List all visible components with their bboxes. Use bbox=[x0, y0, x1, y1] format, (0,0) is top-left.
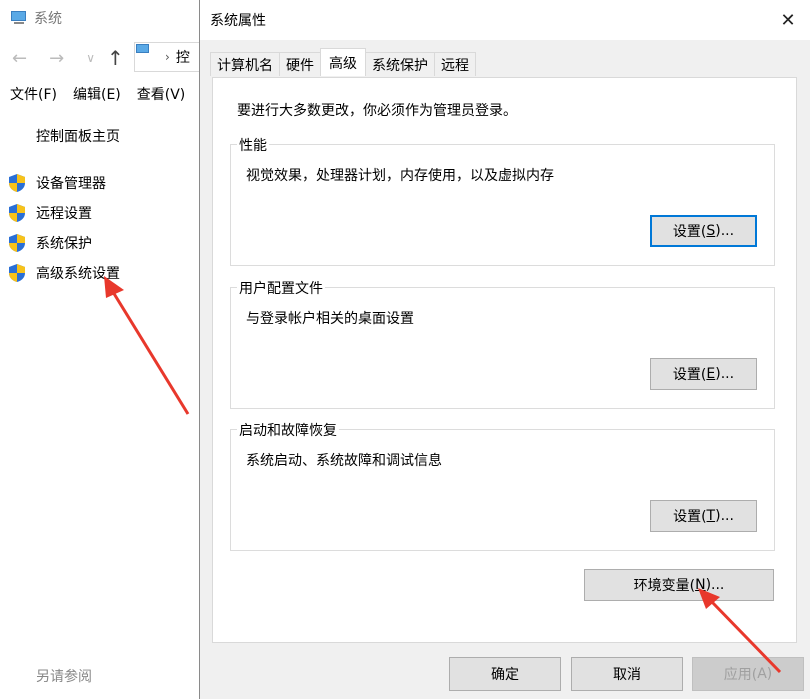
system-properties-dialog: 系统属性 ✕ 计算机名 硬件 高级 系统保护 远程 要进行大多数更改，你必须作为… bbox=[199, 0, 810, 699]
tab-remote[interactable]: 远程 bbox=[434, 52, 476, 76]
system-app-icon bbox=[10, 10, 28, 26]
close-icon[interactable]: ✕ bbox=[765, 0, 810, 40]
button-text: )... bbox=[705, 577, 725, 593]
group-description: 与登录帐户相关的桌面设置 bbox=[246, 311, 414, 327]
advanced-tab-panel: 要进行大多数更改，你必须作为管理员登录。 性能 视觉效果，处理器计划，内存使用，… bbox=[212, 77, 797, 643]
address-text: 控 bbox=[175, 50, 190, 66]
button-text: 应用( bbox=[723, 667, 758, 683]
uac-shield-icon bbox=[8, 173, 26, 193]
button-accesskey: N bbox=[695, 577, 706, 593]
button-accesskey: T bbox=[706, 508, 716, 524]
side-link-device-manager[interactable]: 设备管理器 bbox=[8, 168, 120, 198]
button-accesskey: E bbox=[706, 366, 716, 382]
ok-button[interactable]: 确定 bbox=[449, 657, 561, 691]
side-link-remote-settings[interactable]: 远程设置 bbox=[8, 198, 120, 228]
breadcrumb-chevron-icon: › bbox=[165, 50, 170, 64]
side-link-system-protection[interactable]: 系统保护 bbox=[8, 228, 120, 258]
button-accesskey: A bbox=[757, 666, 767, 682]
apply-button[interactable]: 应用(A) bbox=[692, 657, 804, 691]
side-link-label: 系统保护 bbox=[36, 236, 92, 252]
user-profiles-settings-button[interactable]: 设置(E)... bbox=[650, 358, 757, 390]
button-text: 设置( bbox=[672, 367, 707, 383]
environment-variables-button[interactable]: 环境变量(N)... bbox=[584, 569, 774, 601]
menu-bar: 文件(F) 编辑(E) 查看(V) bbox=[10, 84, 201, 104]
admin-notice: 要进行大多数更改，你必须作为管理员登录。 bbox=[237, 103, 517, 119]
group-legend: 性能 bbox=[237, 135, 269, 155]
group-legend: 用户配置文件 bbox=[237, 278, 325, 298]
up-arrow-icon[interactable]: ↑ bbox=[107, 46, 124, 70]
window-title: 系统 bbox=[10, 8, 62, 28]
performance-group: 性能 视觉效果，处理器计划，内存使用，以及虚拟内存 设置(S)... bbox=[230, 135, 775, 266]
see-also-heading: 另请参阅 bbox=[36, 669, 92, 685]
window-title-text: 系统 bbox=[34, 11, 62, 27]
group-legend: 启动和故障恢复 bbox=[237, 420, 339, 440]
side-link-label: 设备管理器 bbox=[36, 176, 106, 192]
button-text: )... bbox=[715, 508, 734, 524]
uac-shield-icon bbox=[8, 203, 26, 223]
menu-edit[interactable]: 编辑(E) bbox=[73, 84, 121, 104]
cancel-button[interactable]: 取消 bbox=[571, 657, 683, 691]
button-text: )... bbox=[715, 366, 735, 382]
nav-buttons: ← → ∨ ↑ bbox=[12, 44, 146, 72]
control-panel-home-link[interactable]: 控制面板主页 bbox=[36, 126, 120, 146]
side-link-advanced-system-settings[interactable]: 高级系统设置 bbox=[8, 258, 120, 288]
forward-arrow-icon[interactable]: → bbox=[49, 48, 64, 69]
button-text: 环境变量( bbox=[633, 578, 696, 594]
menu-view[interactable]: 查看(V) bbox=[137, 84, 186, 104]
back-arrow-icon[interactable]: ← bbox=[12, 48, 27, 69]
menu-file[interactable]: 文件(F) bbox=[10, 84, 57, 104]
tab-computer-name[interactable]: 计算机名 bbox=[210, 52, 280, 76]
startup-recovery-group: 启动和故障恢复 系统启动、系统故障和调试信息 设置(T)... bbox=[230, 420, 775, 551]
group-description: 视觉效果，处理器计划，内存使用，以及虚拟内存 bbox=[246, 168, 554, 184]
tab-system-protection[interactable]: 系统保护 bbox=[365, 52, 435, 76]
button-accesskey: S bbox=[706, 223, 716, 239]
address-pc-icon bbox=[136, 44, 159, 64]
user-profiles-group: 用户配置文件 与登录帐户相关的桌面设置 设置(E)... bbox=[230, 278, 775, 409]
button-text: )... bbox=[715, 223, 735, 239]
group-description: 系统启动、系统故障和调试信息 bbox=[246, 453, 442, 469]
side-link-label: 高级系统设置 bbox=[36, 266, 120, 282]
side-links: 设备管理器 远程设置 系统保护 高级系统设置 bbox=[8, 168, 120, 288]
button-text: 设置( bbox=[672, 224, 707, 240]
startup-recovery-settings-button[interactable]: 设置(T)... bbox=[650, 500, 757, 532]
tab-strip: 计算机名 硬件 高级 系统保护 远程 bbox=[210, 48, 476, 76]
tab-advanced[interactable]: 高级 bbox=[320, 48, 366, 76]
performance-settings-button[interactable]: 设置(S)... bbox=[650, 215, 757, 247]
side-link-label: 远程设置 bbox=[36, 206, 92, 222]
dialog-titlebar: 系统属性 ✕ bbox=[200, 0, 810, 40]
uac-shield-icon bbox=[8, 233, 26, 253]
tab-hardware[interactable]: 硬件 bbox=[279, 52, 321, 76]
button-text: 设置( bbox=[673, 509, 707, 525]
uac-shield-icon bbox=[8, 263, 26, 283]
recent-chevron-icon[interactable]: ∨ bbox=[86, 51, 95, 65]
dialog-title: 系统属性 bbox=[210, 13, 266, 29]
button-text: ) bbox=[766, 666, 773, 682]
